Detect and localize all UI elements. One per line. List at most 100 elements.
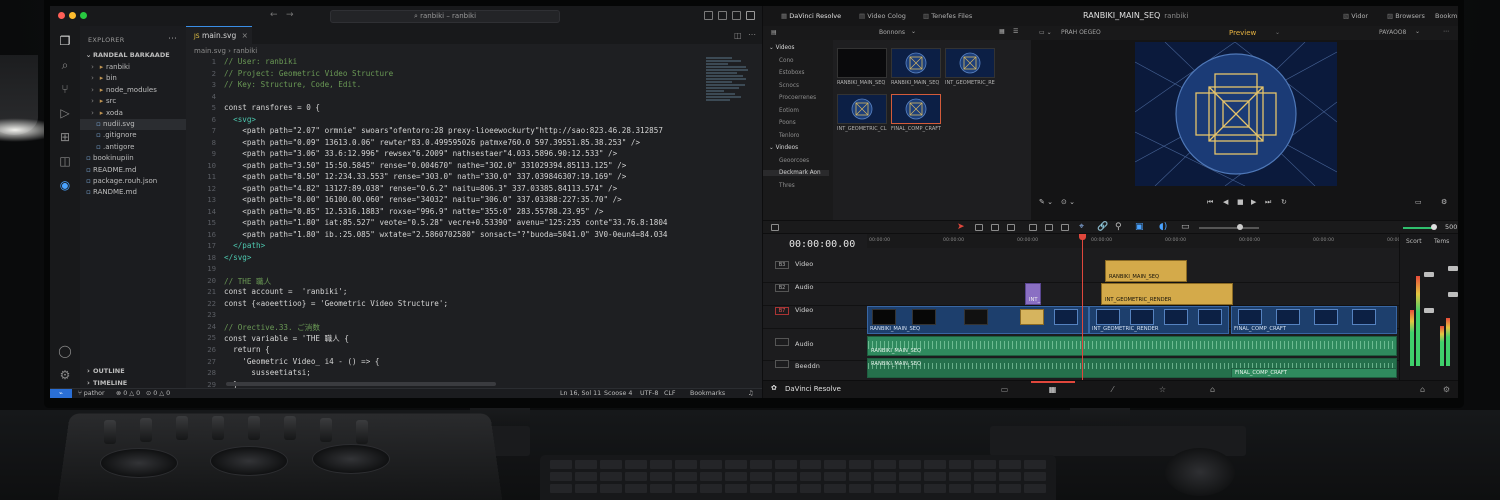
page-media-icon[interactable]: ▭ bbox=[999, 385, 1010, 394]
code-line[interactable]: // Key: Structure, Code, Edit. bbox=[224, 80, 700, 89]
code-line[interactable]: <path path="0.85" 12.5316.1883" roxse="9… bbox=[224, 207, 700, 216]
explorer-item[interactable]: › ▸ src bbox=[80, 96, 186, 107]
channel-fader[interactable] bbox=[1424, 272, 1434, 277]
code-line[interactable]: <path path="3.06" 33.6:12.996" rewsex"6.… bbox=[224, 149, 700, 158]
bin-selector[interactable]: Bonnons bbox=[879, 29, 905, 36]
more-actions-icon[interactable]: ⋯ bbox=[168, 34, 177, 44]
bin-item[interactable]: Poons bbox=[779, 120, 796, 126]
loop-icon[interactable]: ↻ bbox=[1281, 198, 1287, 206]
code-line[interactable]: susseetiatsi; bbox=[224, 368, 700, 377]
insert-clip-icon[interactable] bbox=[1029, 224, 1037, 231]
go-to-start-icon[interactable]: ⏮ bbox=[1207, 198, 1213, 207]
code-line[interactable]: <path path="1.80" ib.:25.085" wxtate="2.… bbox=[224, 230, 700, 239]
fullscreen-icon[interactable]: ▭ bbox=[1415, 198, 1422, 206]
track-header[interactable]: B2 Audio bbox=[763, 283, 867, 292]
media-clip[interactable]: INT_GEOMETRIC_CL... bbox=[837, 94, 887, 132]
tab-browsers[interactable]: ▨ Browsers bbox=[1387, 12, 1425, 20]
timeline-clip-v1-final[interactable]: FINAL_COMP_CRAFT bbox=[1231, 306, 1397, 334]
code-line[interactable]: <path path="8.50" 12:234.33.553" rense="… bbox=[224, 172, 700, 181]
split-editor-icon[interactable]: ◫ bbox=[734, 31, 742, 40]
track-header[interactable]: B3 Video bbox=[763, 260, 867, 269]
explorer-item[interactable]: ▫ nudii.svg bbox=[80, 119, 186, 130]
track-header[interactable]: B7 Video bbox=[763, 306, 867, 315]
chevron-down-icon[interactable]: ⌄ bbox=[1415, 28, 1420, 35]
source-control-icon[interactable]: ⑂ bbox=[58, 82, 72, 96]
toggle-panel-icon[interactable] bbox=[704, 11, 713, 20]
tab-davinci-resolve[interactable]: ▦ DaVinci Resolve bbox=[781, 12, 841, 20]
zoom-out-icon[interactable]: ▭ bbox=[1181, 222, 1190, 232]
timeline-clip-v2[interactable]: INT_GEOMETRIC_RENDER bbox=[1101, 283, 1233, 305]
tab-vidor[interactable]: ▧ Vidor bbox=[1343, 12, 1368, 20]
eol-status[interactable]: CLF bbox=[664, 389, 676, 398]
panel-knob[interactable] bbox=[284, 416, 296, 440]
page-edit-icon[interactable]: ▦ bbox=[1047, 385, 1058, 394]
bin-item[interactable]: Tenloro bbox=[779, 133, 799, 139]
indent-status[interactable]: Scoose 4 bbox=[604, 389, 632, 398]
settings-icon[interactable]: ⚙ bbox=[1441, 198, 1447, 206]
encoding-status[interactable]: UTF-8 bbox=[640, 389, 658, 398]
close-tab-icon[interactable]: × bbox=[242, 31, 248, 40]
search-icon[interactable]: ⌕ bbox=[58, 58, 72, 72]
remote-indicator[interactable]: ⌁ bbox=[50, 389, 72, 398]
bin-item[interactable]: ⌄ Videos bbox=[769, 45, 794, 51]
viewer-timecode[interactable]: PAYAOO8 bbox=[1379, 29, 1406, 36]
position-lock-icon[interactable]: ⚲ bbox=[1115, 222, 1122, 232]
explorer-item[interactable]: ▫ RANDME.md bbox=[80, 187, 186, 198]
panel-knob[interactable] bbox=[356, 420, 368, 444]
code-line[interactable]: // User: ranbiki bbox=[224, 57, 700, 66]
list-view-icon[interactable]: ☰ bbox=[1013, 28, 1018, 35]
code-line[interactable]: <svg> bbox=[224, 115, 700, 124]
timeline-zoom-slider[interactable] bbox=[1199, 227, 1259, 229]
explorer-icon[interactable]: ❐ bbox=[58, 34, 72, 48]
tab-video-colog[interactable]: ▤ Video Colog bbox=[859, 12, 906, 20]
bin-item[interactable]: Procoerrenes bbox=[779, 95, 816, 101]
chevron-down-icon[interactable]: ⌄ bbox=[911, 28, 916, 35]
code-line[interactable]: return { bbox=[224, 345, 700, 354]
breadcrumb[interactable]: main.svg › ranbiki bbox=[194, 47, 257, 55]
project-settings-icon[interactable]: ⚙ bbox=[1441, 385, 1452, 394]
trackball-right[interactable] bbox=[312, 444, 390, 474]
bin-item[interactable]: Geoorcoes bbox=[779, 158, 809, 164]
panel-knob[interactable] bbox=[320, 418, 332, 442]
timeline-clip-v1-render[interactable]: INT_GEOMETRIC_RENDER bbox=[1089, 306, 1229, 334]
account-icon[interactable]: ◯ bbox=[58, 344, 72, 358]
code-line[interactable]: <path path="4.82" 13127:89.038" rense="0… bbox=[224, 184, 700, 193]
overlay-icon[interactable]: ⊙ ⌄ bbox=[1061, 198, 1075, 206]
tab-bookmark[interactable]: Bookmark bbox=[1435, 12, 1458, 20]
forward-arrow-icon[interactable]: → bbox=[286, 10, 294, 20]
minimap[interactable] bbox=[706, 57, 750, 117]
brush-tool-icon[interactable]: ✎ ⌄ bbox=[1039, 198, 1053, 206]
play-reverse-icon[interactable]: ◀ bbox=[1223, 198, 1228, 206]
code-line[interactable]: const ransfores = 0 { bbox=[224, 103, 700, 112]
master-fader[interactable] bbox=[1448, 266, 1458, 271]
code-line[interactable]: <path path="3.50" 15:50.5845" rense="0.0… bbox=[224, 161, 700, 170]
overwrite-clip-icon[interactable] bbox=[1045, 224, 1053, 231]
bin-item[interactable]: Deckmark Aon bbox=[763, 170, 829, 176]
branch-status[interactable]: ⑂ pathor bbox=[78, 389, 105, 398]
code-line[interactable]: <path path="8.00" 16100.00.060" rense="3… bbox=[224, 195, 700, 204]
viewer-more-icon[interactable]: ⋯ bbox=[1443, 28, 1449, 35]
viewer-source[interactable]: PRAH OEGEO bbox=[1061, 29, 1101, 36]
code-line[interactable]: </svg> bbox=[224, 253, 700, 262]
trackball-left[interactable] bbox=[100, 448, 178, 478]
blade-tool-icon[interactable] bbox=[1007, 224, 1015, 231]
page-fusion-icon[interactable]: ⁄ bbox=[1107, 385, 1118, 394]
panel-knob[interactable] bbox=[140, 418, 152, 442]
code-line[interactable]: </path> bbox=[224, 241, 700, 250]
timeline-ruler[interactable]: 00:00:00 00:00:00 00:00:00 00:00:00 00:00:00… bbox=[867, 234, 1408, 248]
code-line[interactable]: <path path="2.07" ormnie" swoars"ofentor… bbox=[224, 126, 700, 135]
editor-more-icon[interactable]: ⋯ bbox=[748, 30, 756, 39]
notifications-icon[interactable]: ♫ bbox=[748, 389, 754, 398]
page-color-icon[interactable]: ☆ bbox=[1157, 385, 1168, 394]
workspace-root[interactable]: ⌄ RANDEAL BARKAADE bbox=[80, 50, 186, 61]
explorer-item[interactable]: › ▸ bin bbox=[80, 73, 186, 84]
bookmarks-status[interactable]: Bookmarks bbox=[690, 389, 725, 398]
media-clip[interactable]: FINAL_COMP_CRAFT bbox=[891, 94, 941, 132]
timeline-clip-v2-small[interactable]: INT_ bbox=[1025, 283, 1041, 305]
playhead[interactable] bbox=[1082, 234, 1083, 380]
panel-knob[interactable] bbox=[176, 416, 188, 440]
pointer-tool-icon[interactable]: ➤ bbox=[957, 222, 965, 232]
remote-explorer-icon[interactable]: ◫ bbox=[58, 154, 72, 168]
horizontal-scrollbar[interactable] bbox=[226, 382, 496, 386]
timeline-clip-v1-main[interactable]: RANBIKI_MAIN_SEQ bbox=[867, 306, 1089, 334]
